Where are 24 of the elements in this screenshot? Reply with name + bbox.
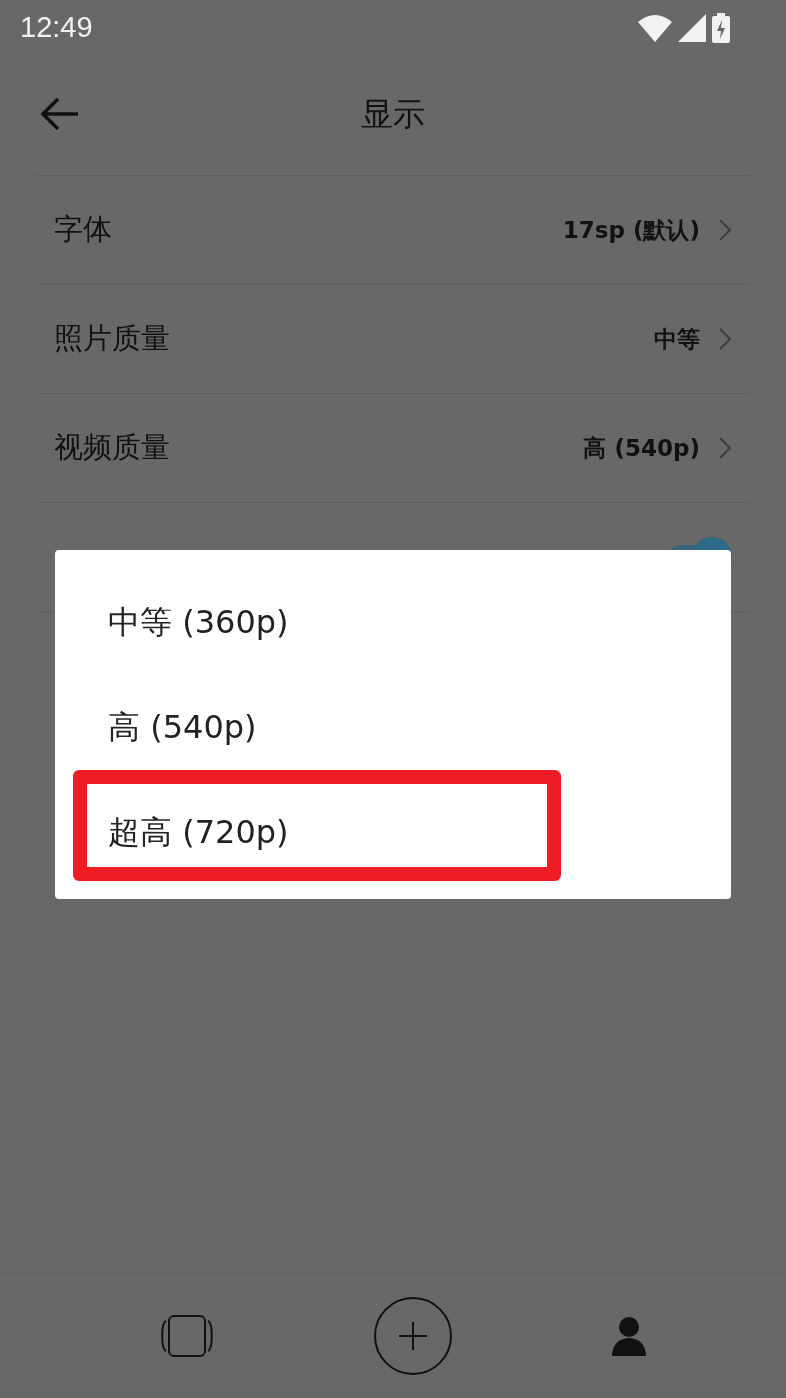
chevron-icon	[718, 327, 732, 351]
setting-value: 17sp (默认)	[562, 215, 700, 245]
setting-label: 照片质量	[54, 320, 171, 357]
rotate-screen-icon	[159, 1315, 214, 1357]
battery-charging-icon	[712, 12, 730, 43]
setting-label: 字体	[54, 211, 113, 248]
nav-button[interactable]	[612, 1316, 647, 1356]
setting-value: 中等	[654, 324, 700, 354]
page-title: 显示	[361, 94, 425, 135]
signal-icon	[678, 13, 706, 42]
nav-button[interactable]	[159, 1315, 214, 1357]
person-icon	[612, 1316, 647, 1356]
quality-option[interactable]: 超高 (720p)	[55, 780, 731, 885]
nav-button[interactable]	[373, 1296, 453, 1376]
chevron-icon	[718, 218, 732, 242]
wifi-icon	[638, 13, 672, 42]
setting-label: 视频质量	[54, 429, 171, 466]
quality-option[interactable]: 高 (540p)	[55, 675, 731, 780]
chevron-icon	[718, 436, 732, 460]
setting-value: 高 (540p)	[583, 433, 700, 463]
back-arrow-icon[interactable]	[40, 97, 80, 131]
status-time: 12:49	[20, 11, 93, 44]
add-icon	[373, 1296, 453, 1376]
quality-option[interactable]: 中等 (360p)	[55, 570, 731, 675]
